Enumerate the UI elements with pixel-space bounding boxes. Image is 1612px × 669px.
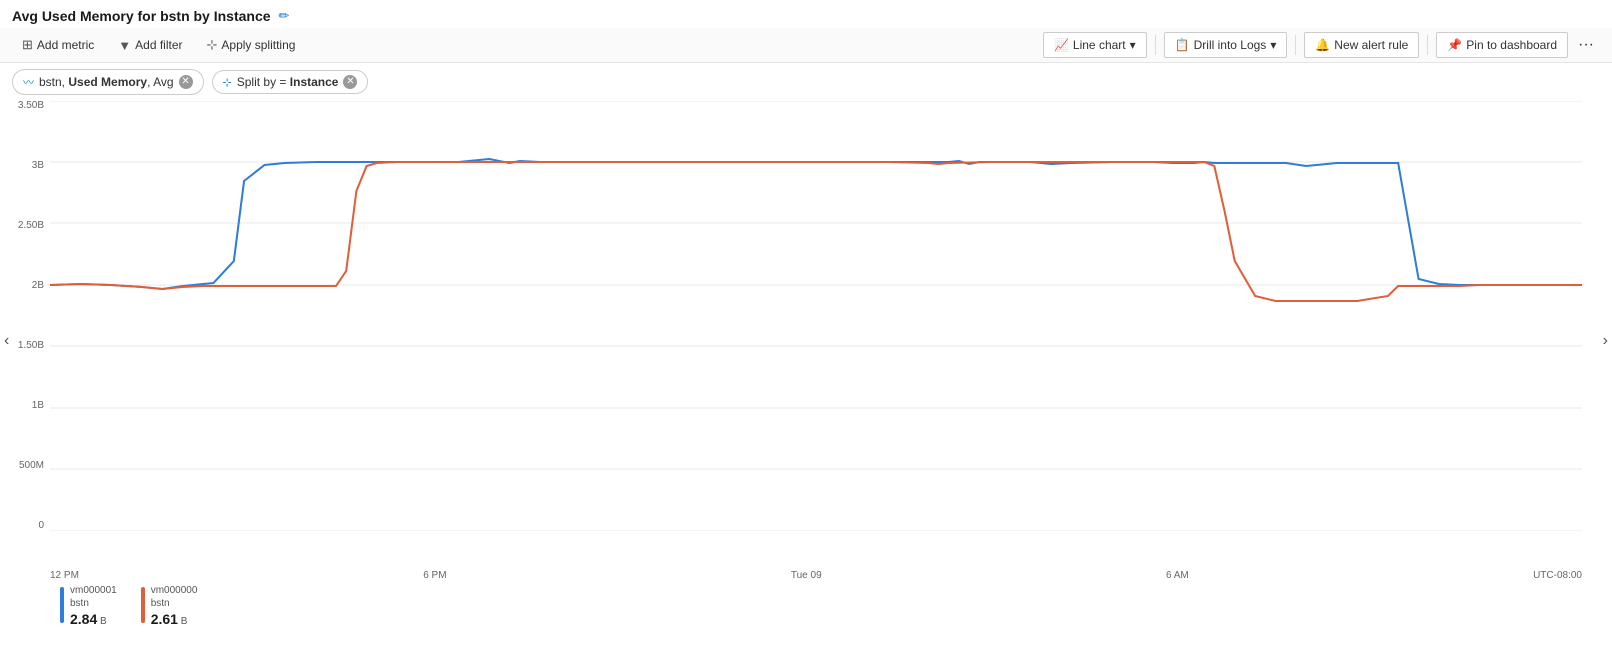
pin-label: Pin to dashboard [1466,38,1557,52]
legend-info-vm000001: vm000001 bstn 2.84 B [70,585,117,627]
toolbar-divider-1 [1155,35,1156,55]
line-chart-icon: 📈 [1054,38,1069,52]
alert-icon: 🔔 [1315,38,1330,52]
drill-logs-label: Drill into Logs [1194,38,1267,52]
title-area: Avg Used Memory for bstn by Instance ✏ [0,0,1612,28]
split-tag-close[interactable]: ✕ [343,75,357,89]
y-label-100: 1B [32,401,44,411]
series-blue [50,159,1582,289]
chart-nav-left[interactable]: ‹ [0,324,13,358]
toolbar-right: 📈 Line chart ▾ 📋 Drill into Logs ▾ 🔔 New… [1043,32,1600,58]
line-chart-chevron: ▾ [1130,38,1136,52]
drill-into-logs-button[interactable]: 📋 Drill into Logs ▾ [1164,32,1288,58]
metric-tag: 〰 bstn, Used Memory, Avg ✕ [12,69,204,95]
edit-icon[interactable]: ✏ [279,8,290,24]
y-label-350: 3.50B [18,101,44,111]
add-metric-icon: ⊞ [22,37,33,53]
x-label-6am: 6 AM [1166,570,1189,581]
legend-unit-vm000000: B [178,616,187,627]
toolbar: ⊞ Add metric ▼ Add filter ⊹ Apply splitt… [0,28,1612,63]
y-label-0: 0 [38,521,44,531]
apply-splitting-label: Apply splitting [221,38,295,52]
more-options-button[interactable]: ··· [1572,32,1600,58]
y-axis: 3.50B 3B 2.50B 2B 1.50B 1B 500M 0 [0,101,50,531]
line-chart-button[interactable]: 📈 Line chart ▾ [1043,32,1147,58]
chart-container: ‹ › 3.50B 3B 2.50B 2B 1.50B 1B 500M 0 12… [0,101,1612,581]
x-label-utc: UTC-08:00 [1533,570,1582,581]
x-axis: 12 PM 6 PM Tue 09 6 AM UTC-08:00 [50,570,1582,581]
chart-nav-right[interactable]: › [1599,324,1612,358]
add-metric-label: Add metric [37,38,94,52]
y-label-150: 1.50B [18,341,44,351]
legend-color-blue [60,587,64,623]
toolbar-left: ⊞ Add metric ▼ Add filter ⊹ Apply splitt… [12,32,1039,58]
add-filter-label: Add filter [135,38,182,52]
legend-info-vm000000: vm000000 bstn 2.61 B [151,585,198,627]
legend-instance-vm000000: vm000000 [151,585,198,596]
drill-logs-chevron: ▾ [1270,38,1276,52]
new-alert-label: New alert rule [1334,38,1408,52]
apply-splitting-button[interactable]: ⊹ Apply splitting [197,32,306,58]
y-label-300: 3B [32,161,44,171]
x-label-tue09: Tue 09 [791,570,822,581]
add-metric-button[interactable]: ⊞ Add metric [12,32,104,58]
split-tag-text: Split by = Instance [237,75,339,89]
legend-item-vm000001: vm000001 bstn 2.84 B [60,585,117,627]
y-label-250: 2.50B [18,221,44,231]
toolbar-divider-3 [1427,35,1428,55]
add-filter-button[interactable]: ▼ Add filter [108,33,192,58]
legend-name-vm000000-bstn: bstn [151,598,198,609]
pin-icon: 📌 [1447,38,1462,52]
x-label-12pm: 12 PM [50,570,79,581]
split-tag: ⊹ Split by = Instance ✕ [212,70,369,94]
series-red [50,162,1582,301]
legend-value-vm000000: 2.61 B [151,611,198,627]
page-title: Avg Used Memory for bstn by Instance [12,8,271,24]
x-label-6pm: 6 PM [423,570,446,581]
line-chart-label: Line chart [1073,38,1126,52]
metric-tag-icon: 〰 [23,74,34,90]
legend-unit-vm000001: B [97,616,106,627]
y-label-200: 2B [32,281,44,291]
pin-to-dashboard-button[interactable]: 📌 Pin to dashboard [1436,32,1568,58]
legend: vm000001 bstn 2.84 B vm000000 bstn 2.61 … [0,581,1612,631]
legend-value-vm000001: 2.84 B [70,611,117,627]
legend-instance-vm000001: vm000001 [70,585,117,596]
legend-item-vm000000: vm000000 bstn 2.61 B [141,585,198,627]
apply-splitting-icon: ⊹ [207,37,218,53]
split-tag-icon: ⊹ [223,76,232,89]
chart-svg [50,101,1582,531]
legend-color-red [141,587,145,623]
y-label-500m: 500M [19,461,44,471]
drill-logs-icon: 📋 [1175,38,1190,52]
metric-tag-close[interactable]: ✕ [179,75,193,89]
toolbar-divider-2 [1295,35,1296,55]
add-filter-icon: ▼ [118,38,131,53]
new-alert-rule-button[interactable]: 🔔 New alert rule [1304,32,1419,58]
legend-name-vm000001-bstn: bstn [70,598,117,609]
tags-bar: 〰 bstn, Used Memory, Avg ✕ ⊹ Split by = … [0,63,1612,101]
metric-tag-text: bstn, Used Memory, Avg [39,75,174,89]
